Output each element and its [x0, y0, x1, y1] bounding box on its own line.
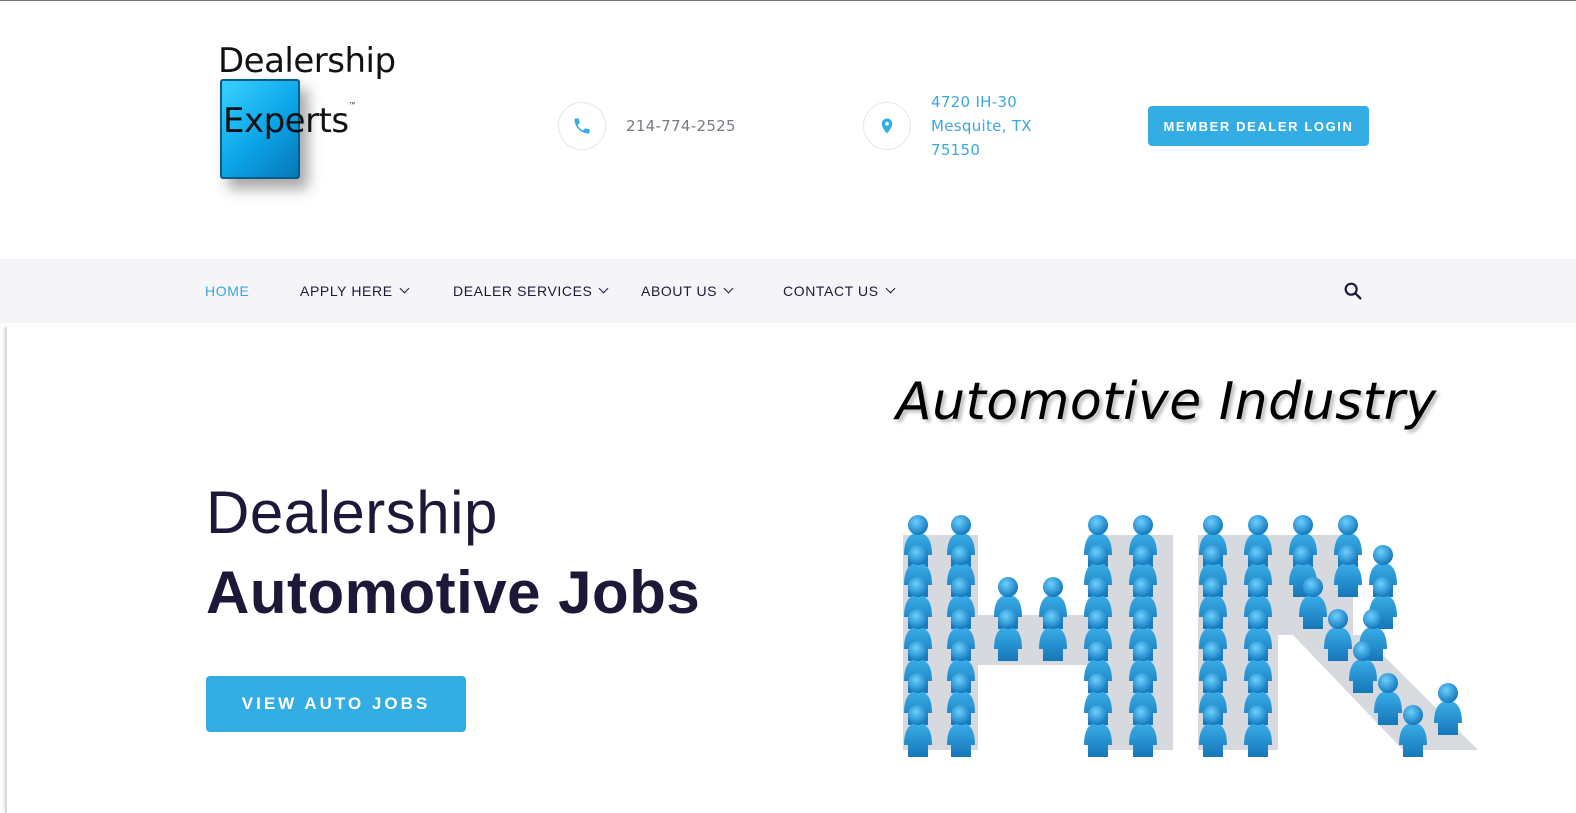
member-dealer-login-button[interactable]: MEMBER DEALER LOGIN: [1148, 106, 1369, 146]
main-nav: HOME APPLY HERE DEALER SERVICES ABOUT US…: [0, 259, 1576, 323]
address-line-3: 75150: [931, 141, 981, 159]
nav-item-about-us[interactable]: ABOUT US: [641, 259, 734, 323]
nav-item-apply-here[interactable]: APPLY HERE: [300, 259, 410, 323]
nav-item-label: APPLY HERE: [300, 283, 393, 299]
hero-heading-light: Dealership: [206, 479, 498, 546]
nav-item-dealer-services[interactable]: DEALER SERVICES: [453, 259, 609, 323]
site-logo[interactable]: Dealership Experts™: [213, 39, 413, 219]
site-header: Dealership Experts™ 214-774-2525 4720 IH…: [0, 1, 1576, 259]
nav-item-label: CONTACT US: [783, 283, 879, 299]
chevron-down-icon: [599, 283, 609, 294]
address-line-2: Mesquite, TX: [931, 117, 1032, 135]
phone-icon: [558, 102, 606, 150]
logo-word-experts: Experts™: [223, 101, 357, 141]
nav-item-label: HOME: [205, 283, 250, 299]
nav-item-label: ABOUT US: [641, 283, 718, 299]
nav-item-home[interactable]: HOME: [205, 259, 249, 323]
nav-item-contact-us[interactable]: CONTACT US: [783, 259, 896, 323]
search-icon[interactable]: [1342, 280, 1364, 302]
hr-people-graphic: [903, 515, 1478, 757]
hero-heading-bold: Automotive Jobs: [206, 559, 701, 626]
nav-item-label: DEALER SERVICES: [453, 283, 593, 299]
hero-image-title: Automotive Industry: [896, 372, 1437, 432]
address-contact[interactable]: 4720 IH-30 Mesquite, TX 75150: [863, 90, 1032, 162]
phone-number[interactable]: 214-774-2525: [626, 117, 736, 135]
phone-contact[interactable]: 214-774-2525: [558, 102, 736, 150]
chevron-down-icon: [399, 283, 410, 294]
figure: [1434, 683, 1462, 735]
view-auto-jobs-button[interactable]: VIEW AUTO JOBS: [206, 676, 466, 732]
location-pin-icon: [863, 102, 911, 150]
logo-word-dealership: Dealership: [218, 41, 396, 81]
chevron-down-icon: [723, 283, 734, 294]
chevron-down-icon: [885, 283, 896, 294]
address-text[interactable]: 4720 IH-30 Mesquite, TX 75150: [931, 90, 1032, 162]
address-line-1: 4720 IH-30: [931, 93, 1018, 111]
